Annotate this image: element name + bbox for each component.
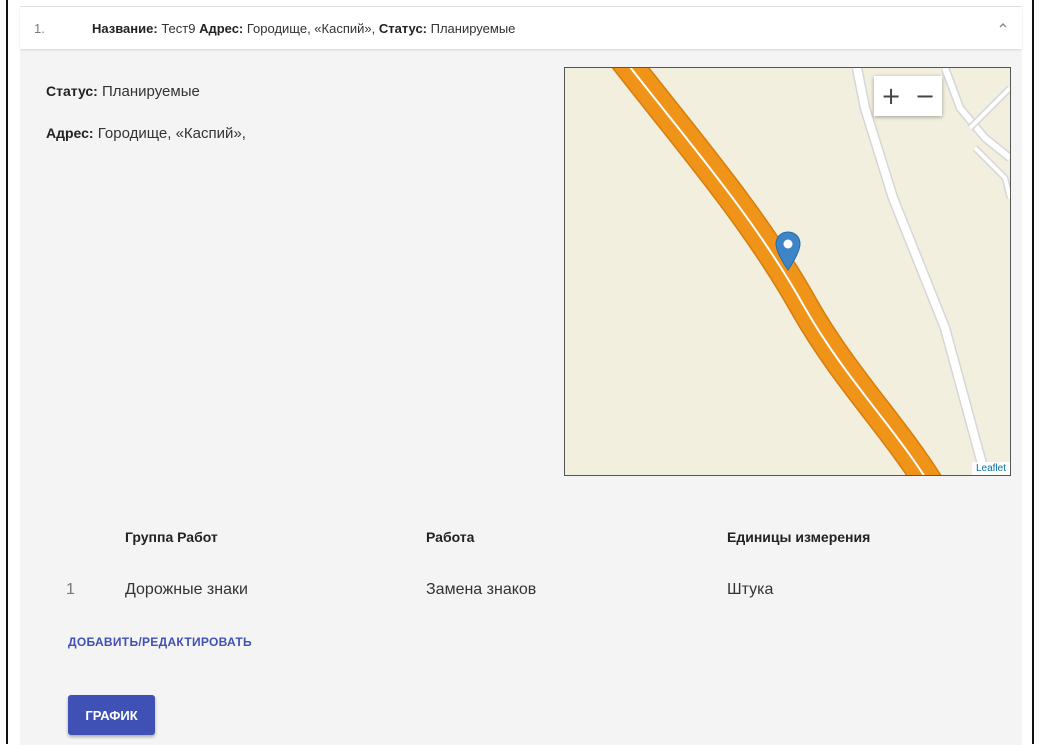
zoom-control: + −: [874, 76, 942, 116]
map-view[interactable]: + − Leaflet: [564, 67, 1011, 476]
summary-status-value: Планируемые: [427, 21, 516, 36]
column-header-work: Работа: [426, 529, 475, 545]
status-label: Статус:: [46, 83, 98, 99]
schedule-button[interactable]: ГРАФИК: [68, 695, 155, 735]
summary-address-value: Городище, «Каспий»,: [243, 21, 379, 36]
row-number: 1: [66, 581, 75, 598]
address-label: Адрес:: [46, 125, 94, 141]
cell-work: Замена знаков: [426, 581, 537, 598]
cell-unit: Штука: [727, 581, 774, 598]
column-header-unit: Единицы измерения: [727, 529, 871, 545]
summary-address-label: Адрес:: [199, 21, 244, 36]
summary-name-value: Тест9: [157, 21, 200, 36]
cell-group: Дорожные знаки: [125, 581, 248, 598]
summary-name-label: Название:: [92, 21, 158, 36]
add-edit-link[interactable]: ДОБАВИТЬ/РЕДАКТИРОВАТЬ: [68, 635, 252, 649]
zoom-out-button[interactable]: −: [908, 76, 942, 116]
address-value: Городище, «Каспий»,: [93, 125, 246, 142]
item-summary: Название: Тест9 Адрес: Городище, «Каспий…: [92, 21, 515, 36]
chevron-up-icon[interactable]: [998, 17, 1008, 33]
map-attribution-link[interactable]: Leaflet: [971, 462, 1010, 475]
status-value: Планируемые: [97, 83, 200, 100]
panel-header[interactable]: 1. Название: Тест9 Адрес: Городище, «Кас…: [20, 7, 1022, 49]
zoom-in-button[interactable]: +: [874, 76, 908, 116]
expansion-panel: 1. Название: Тест9 Адрес: Городище, «Кас…: [20, 6, 1022, 745]
address-line: Адрес: Городище, «Каспий»,: [46, 125, 246, 142]
map-tiles: [611, 68, 1010, 475]
status-line: Статус: Планируемые: [46, 83, 200, 100]
item-index: 1.: [34, 21, 45, 36]
summary-status-label: Статус:: [378, 21, 427, 36]
column-header-group: Группа Работ: [125, 529, 218, 545]
